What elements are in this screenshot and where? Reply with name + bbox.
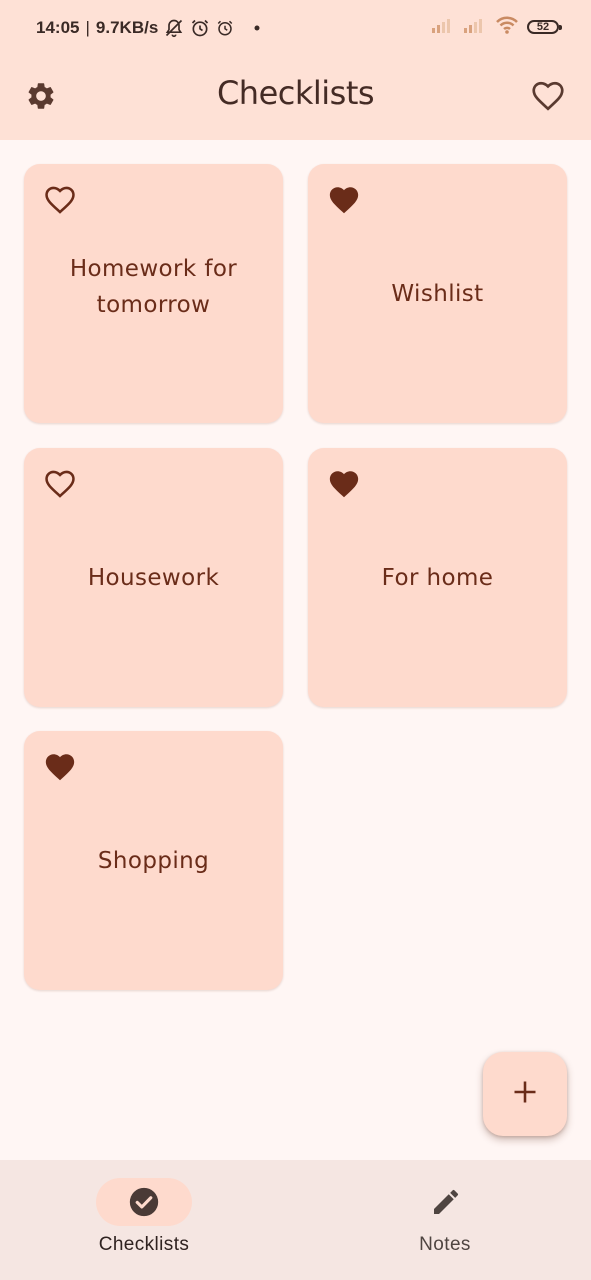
status-left: 14:05 | 9.7KB/s bbox=[36, 17, 260, 39]
wifi-icon bbox=[495, 15, 519, 39]
battery-icon: 52 bbox=[527, 20, 562, 34]
battery-level: 52 bbox=[536, 20, 550, 33]
signal-icon bbox=[431, 17, 455, 37]
checklist-title: For home bbox=[381, 564, 494, 591]
favorites-button[interactable] bbox=[522, 72, 574, 124]
status-time: 14:05 bbox=[36, 18, 80, 37]
dot-icon bbox=[254, 25, 260, 31]
checklist-title: Housework bbox=[87, 564, 220, 591]
checklist-card[interactable]: For home bbox=[308, 448, 567, 707]
status-network-speed: 9.7KB/s bbox=[95, 18, 159, 37]
mute-bell-icon bbox=[164, 18, 184, 38]
nav-label-notes: Notes bbox=[419, 1234, 471, 1255]
checklist-card[interactable]: Homework for tomorrow bbox=[24, 164, 283, 423]
app-bar: Checklists bbox=[0, 56, 591, 140]
status-right: 52 bbox=[431, 15, 562, 39]
heart-outline-icon bbox=[530, 78, 566, 118]
checklist-title: Shopping bbox=[97, 847, 210, 874]
pencil-icon bbox=[428, 1184, 464, 1220]
page-title: Checklists bbox=[216, 74, 375, 112]
check-circle-icon bbox=[126, 1184, 162, 1220]
checklist-card[interactable]: Shopping bbox=[24, 731, 283, 990]
signal-icon bbox=[463, 17, 487, 37]
nav-item-notes[interactable]: Notes bbox=[296, 1160, 591, 1280]
checklist-title: Wishlist bbox=[391, 280, 484, 307]
bottom-navigation: Checklists Notes bbox=[0, 1160, 591, 1280]
checklist-card[interactable]: Wishlist bbox=[308, 164, 567, 423]
nav-item-checklists[interactable]: Checklists bbox=[0, 1160, 296, 1280]
status-separator: | bbox=[85, 18, 90, 37]
alarm-icon bbox=[216, 19, 234, 37]
checklist-title: Homework for tomorrow bbox=[69, 255, 238, 318]
checklist-card[interactable]: Housework bbox=[24, 448, 283, 707]
nav-label-checklists: Checklists bbox=[98, 1234, 190, 1255]
alarm-icon bbox=[190, 18, 210, 38]
plus-icon bbox=[511, 1078, 539, 1110]
status-bar: 14:05 | 9.7KB/s 52 bbox=[0, 0, 591, 56]
add-checklist-button[interactable] bbox=[483, 1052, 567, 1136]
